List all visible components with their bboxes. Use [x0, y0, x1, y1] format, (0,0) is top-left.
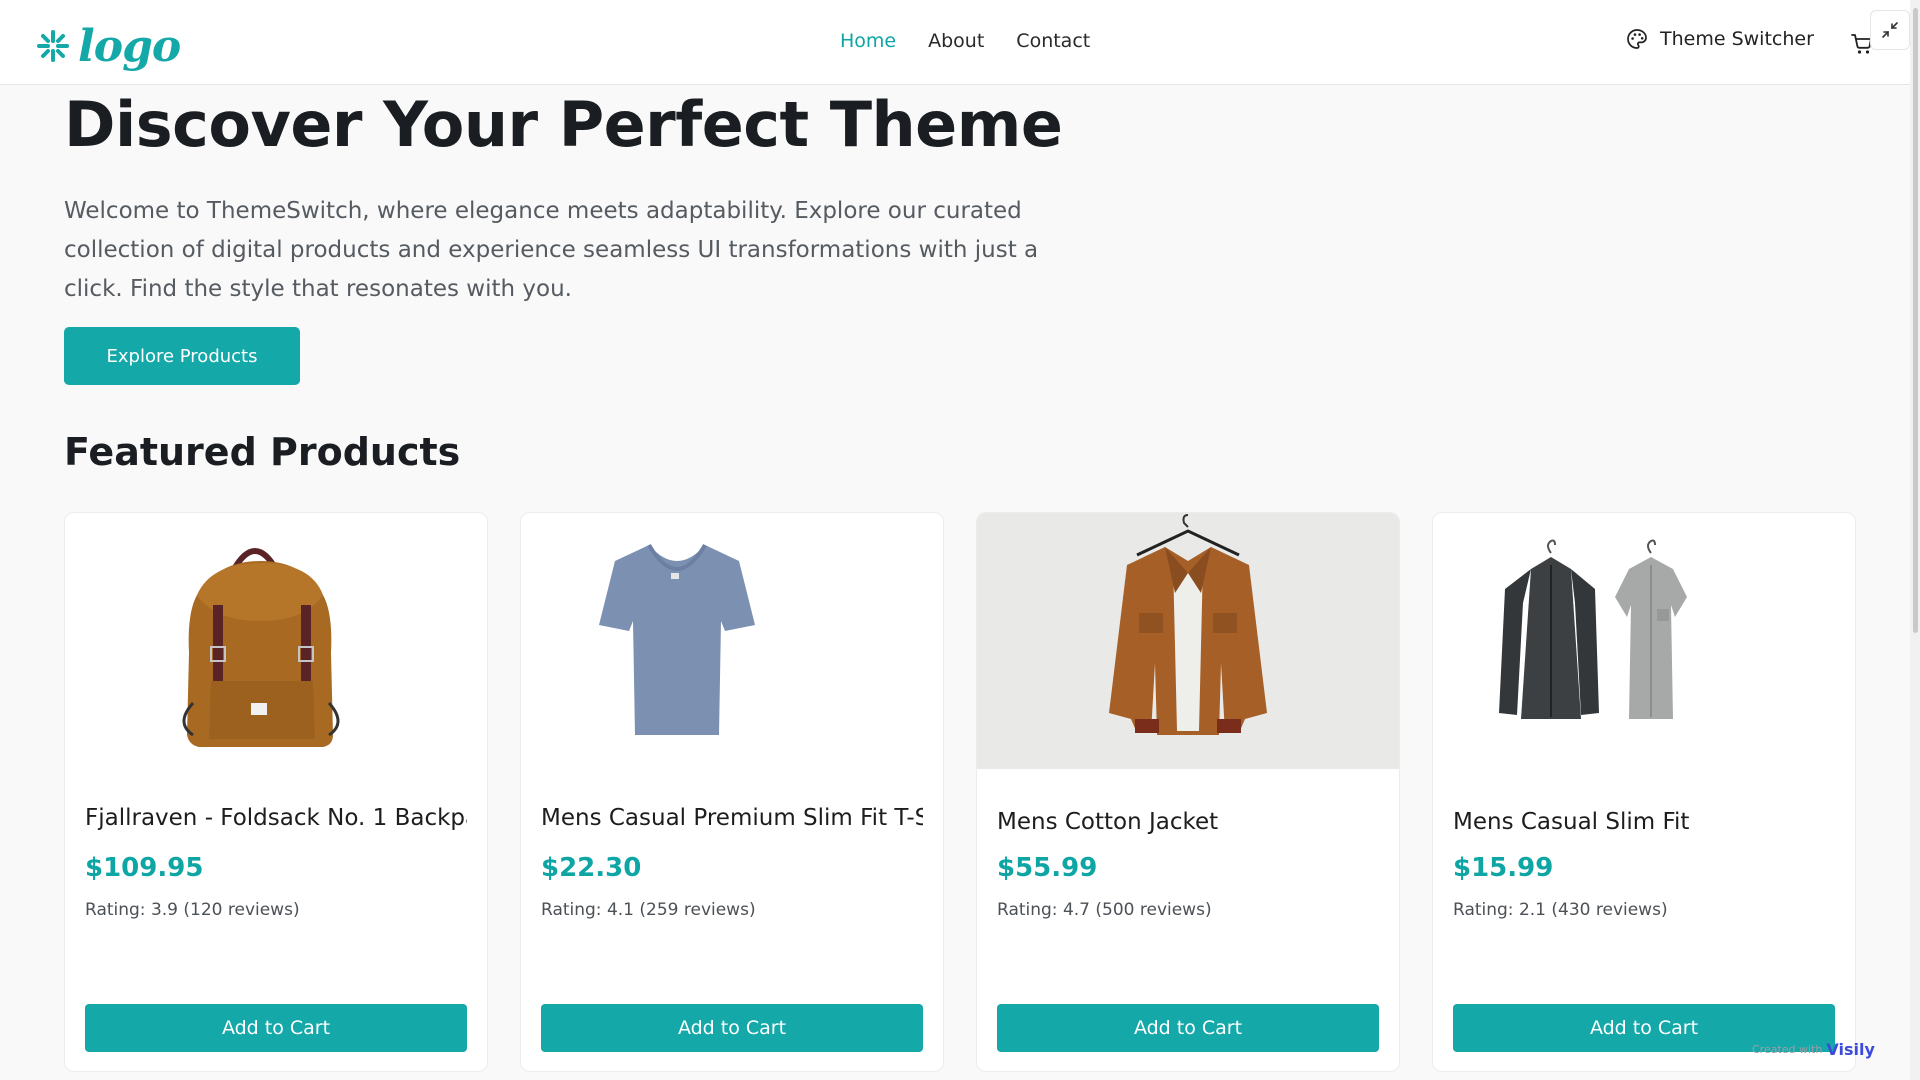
product-image-backpack[interactable] — [65, 513, 487, 769]
nav-link-contact[interactable]: Contact — [1016, 30, 1090, 52]
hero-description: Welcome to ThemeSwitch, where elegance m… — [64, 198, 1039, 302]
product-grid: Fjallraven - Foldsack No. 1 Backpack, Fi… — [64, 512, 1856, 1072]
add-to-cart-button[interactable]: Add to Cart — [541, 1004, 923, 1052]
product-rating: Rating: 4.7 (500 reviews) — [997, 900, 1212, 920]
watermark-prefix: Created with — [1752, 1043, 1823, 1056]
explore-products-button[interactable]: Explore Products — [64, 327, 300, 385]
product-image-shirts[interactable] — [1433, 513, 1855, 769]
product-rating: Rating: 3.9 (120 reviews) — [85, 900, 300, 920]
product-rating: Rating: 2.1 (430 reviews) — [1453, 900, 1668, 920]
product-card[interactable]: Fjallraven - Foldsack No. 1 Backpack, Fi… — [64, 512, 488, 1072]
add-to-cart-button[interactable]: Add to Cart — [85, 1004, 467, 1052]
main-menu: Home About Contact — [840, 30, 1090, 52]
logo-text: logo — [78, 20, 181, 72]
product-name[interactable]: Fjallraven - Foldsack No. 1 Backpack, Fi… — [85, 805, 467, 831]
logo[interactable]: logo — [36, 18, 181, 74]
palette-icon — [1627, 29, 1647, 49]
product-price: $109.95 — [85, 853, 204, 883]
logo-asterisk-icon — [37, 30, 69, 62]
visily-watermark[interactable]: Created with Visily — [1752, 1040, 1875, 1059]
product-name[interactable]: Mens Cotton Jacket — [997, 809, 1379, 835]
product-image-t-shirt[interactable] — [521, 513, 943, 769]
add-to-cart-button[interactable]: Add to Cart — [997, 1004, 1379, 1052]
nav-link-about[interactable]: About — [928, 30, 984, 52]
scrollbar-thumb[interactable] — [1913, 8, 1918, 633]
top-navbar: logo Home About Contact Theme Switcher — [0, 0, 1910, 85]
product-name[interactable]: Mens Casual Premium Slim Fit T-Shirts — [541, 805, 923, 831]
product-name[interactable]: Mens Casual Slim Fit — [1453, 809, 1835, 835]
product-price: $22.30 — [541, 853, 642, 883]
collapse-arrows-icon — [1882, 22, 1898, 38]
theme-switcher-button[interactable]: Theme Switcher — [1626, 28, 1814, 50]
product-price: $55.99 — [997, 853, 1098, 883]
product-image-jacket[interactable] — [977, 513, 1399, 769]
product-card[interactable]: Mens Cotton Jacket $55.99 Rating: 4.7 (5… — [976, 512, 1400, 1072]
theme-switcher-label: Theme Switcher — [1660, 28, 1814, 50]
shirts-image — [1499, 539, 1687, 719]
backpack-image — [182, 548, 340, 747]
collapse-button[interactable] — [1870, 10, 1910, 50]
product-rating: Rating: 4.1 (259 reviews) — [541, 900, 756, 920]
hero-title: Discover Your Perfect Theme — [64, 88, 1063, 161]
featured-products-title: Featured Products — [64, 430, 461, 474]
product-price: $15.99 — [1453, 853, 1554, 883]
product-card[interactable]: Mens Casual Premium Slim Fit T-Shirts $2… — [520, 512, 944, 1072]
product-card[interactable]: Mens Casual Slim Fit $15.99 Rating: 2.1 … — [1432, 512, 1856, 1072]
watermark-brand: Visily — [1826, 1040, 1875, 1059]
nav-link-home[interactable]: Home — [840, 30, 896, 52]
t-shirt-image — [599, 543, 755, 735]
jacket-image — [1109, 514, 1267, 735]
